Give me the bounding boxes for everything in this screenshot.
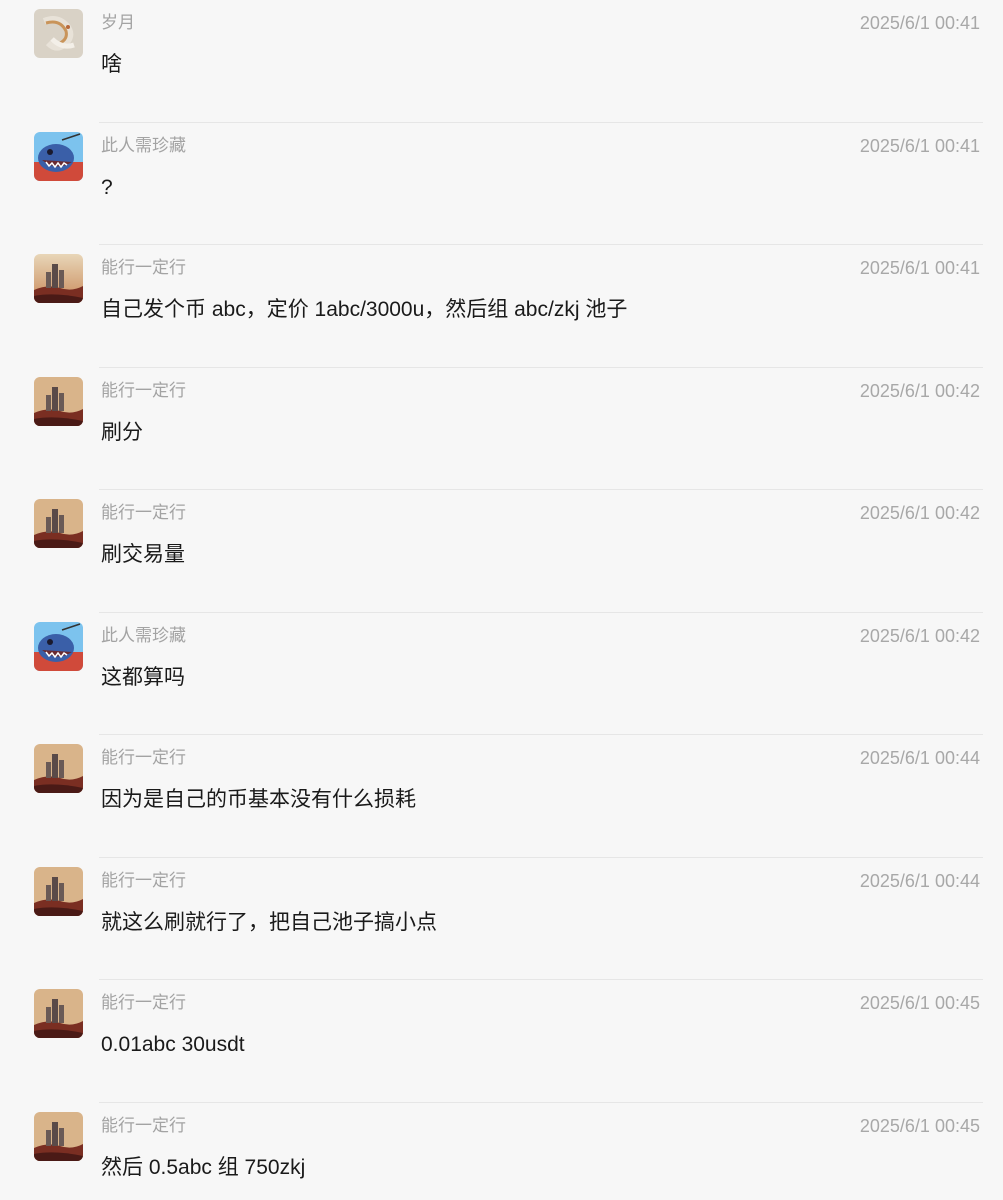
- desert-castle-avatar[interactable]: [34, 376, 83, 426]
- blue-creature-avatar[interactable]: [34, 621, 83, 671]
- message-text: 然后 0.5abc 组 750zkj: [101, 1155, 306, 1179]
- koi-fish-avatar[interactable]: [34, 9, 83, 58]
- desert-castle-avatar[interactable]: [34, 1111, 83, 1161]
- message-item: 能行一定行 2025/6/1 00:42 刷分: [0, 368, 1003, 490]
- message-item: 能行一定行 2025/6/1 00:41 自己发个币 abc，定价 1abc/3…: [0, 245, 1003, 368]
- sender-name: 能行一定行: [101, 258, 186, 277]
- sender-name: 岁月: [101, 13, 135, 32]
- desert-castle-avatar[interactable]: [34, 866, 83, 916]
- sender-name: 此人需珍藏: [101, 625, 186, 645]
- message-text: 啥: [101, 53, 122, 76]
- message-text: 自己发个币 abc，定价 1abc/3000u，然后组 abc/zkj 池子: [101, 298, 628, 321]
- desert-castle-avatar[interactable]: [34, 744, 83, 793]
- message-text: 刷交易量: [101, 543, 185, 566]
- chat-message-list[interactable]: 岁月 2025/6/1 00:41 啥 此人需珍藏 2025/6/1 00:41…: [0, 0, 1003, 1200]
- desert-castle-avatar[interactable]: [34, 254, 83, 303]
- message-text: 0.01abc 30usdt: [101, 1033, 245, 1056]
- message-text: 刷分: [101, 420, 143, 444]
- message-item: 能行一定行 2025/6/1 00:44 因为是自己的币基本没有什么损耗: [0, 735, 1003, 858]
- message-text: 就这么刷就行了，把自己池子搞小点: [101, 910, 437, 934]
- message-timestamp: 2025/6/1 00:42: [859, 503, 980, 523]
- message-timestamp: 2025/6/1 00:42: [859, 380, 980, 401]
- message-text: 这都算吗: [101, 665, 185, 689]
- sender-name: 能行一定行: [101, 870, 186, 890]
- sender-name: 能行一定行: [101, 993, 186, 1012]
- message-timestamp: 2025/6/1 00:45: [859, 1115, 980, 1136]
- message-timestamp: 2025/6/1 00:45: [859, 993, 980, 1013]
- message-item: 能行一定行 2025/6/1 00:45 0.01abc 30usdt: [0, 980, 1003, 1103]
- message-item: 能行一定行 2025/6/1 00:45 然后 0.5abc 组 750zkj: [0, 1103, 1003, 1200]
- message-timestamp: 2025/6/1 00:41: [859, 13, 980, 33]
- blue-creature-avatar[interactable]: [34, 131, 83, 181]
- sender-name: 能行一定行: [101, 380, 186, 400]
- sender-name: 能行一定行: [101, 1115, 186, 1135]
- message-item: 能行一定行 2025/6/1 00:44 就这么刷就行了，把自己池子搞小点: [0, 858, 1003, 980]
- message-item: 此人需珍藏 2025/6/1 00:41 ?: [0, 123, 1003, 245]
- message-timestamp: 2025/6/1 00:41: [859, 135, 980, 156]
- message-timestamp: 2025/6/1 00:41: [859, 258, 980, 278]
- message-text: 因为是自己的币基本没有什么损耗: [101, 788, 416, 811]
- message-timestamp: 2025/6/1 00:44: [859, 870, 980, 891]
- message-text: ?: [101, 175, 113, 199]
- sender-name: 能行一定行: [101, 748, 186, 767]
- sender-name: 能行一定行: [101, 503, 186, 522]
- message-item: 岁月 2025/6/1 00:41 啥: [0, 0, 1003, 123]
- desert-castle-avatar[interactable]: [34, 499, 83, 548]
- message-item: 此人需珍藏 2025/6/1 00:42 这都算吗: [0, 613, 1003, 735]
- message-item: 能行一定行 2025/6/1 00:42 刷交易量: [0, 490, 1003, 613]
- message-timestamp: 2025/6/1 00:42: [859, 625, 980, 646]
- sender-name: 此人需珍藏: [101, 135, 186, 155]
- desert-castle-avatar[interactable]: [34, 989, 83, 1038]
- message-timestamp: 2025/6/1 00:44: [859, 748, 980, 768]
